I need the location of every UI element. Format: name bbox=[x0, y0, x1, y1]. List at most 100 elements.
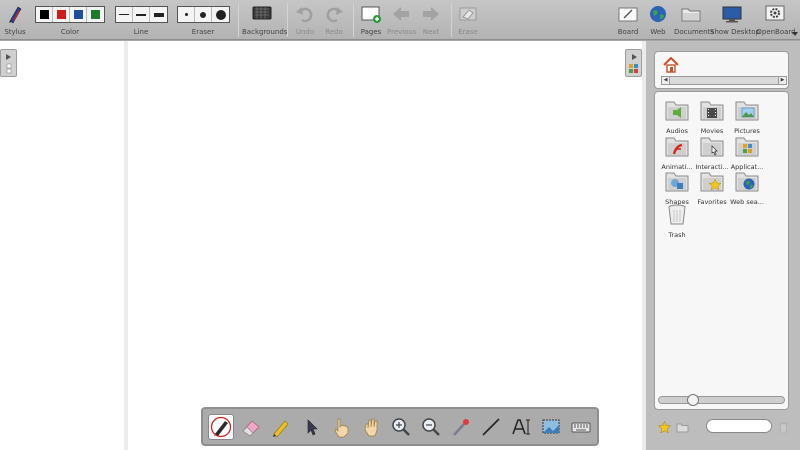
trash-icon[interactable] bbox=[778, 420, 789, 434]
pen-tool-button[interactable] bbox=[208, 414, 234, 440]
library-folder[interactable]: Favorites bbox=[694, 169, 730, 206]
folder-name: Web sea... bbox=[730, 198, 764, 206]
arrow-right-icon bbox=[423, 7, 439, 21]
stylus-button[interactable]: Stylus bbox=[0, 0, 30, 40]
web-label: Web bbox=[650, 28, 666, 36]
erase-board-icon bbox=[459, 7, 477, 21]
library-folder[interactable]: Web sea... bbox=[729, 169, 765, 206]
gear-icon bbox=[765, 5, 785, 21]
redo-button[interactable]: Redo bbox=[321, 0, 347, 40]
slider-handle[interactable] bbox=[687, 394, 699, 406]
documents-button[interactable]: Documents bbox=[674, 0, 714, 40]
icon-size-slider[interactable] bbox=[658, 394, 785, 406]
library-search-input[interactable] bbox=[706, 419, 772, 433]
color-swatch-black[interactable] bbox=[36, 7, 53, 22]
show-desktop-label: Show Desktop bbox=[710, 28, 760, 36]
library-icon bbox=[629, 54, 638, 73]
line-medium-button[interactable] bbox=[133, 7, 150, 22]
interactivities-folder-icon bbox=[700, 137, 724, 157]
favorite-star-icon[interactable] bbox=[658, 421, 671, 434]
chevron-down-icon bbox=[792, 32, 798, 36]
library-palette: ◀ ▶ Audios Movies Pictures Animati... In… bbox=[646, 41, 800, 450]
virtual-keyboard-button[interactable] bbox=[568, 414, 594, 440]
laser-pointer-icon bbox=[453, 419, 469, 436]
board-button[interactable]: Board bbox=[615, 0, 641, 40]
toolbar-separator bbox=[451, 3, 452, 37]
left-margin-area bbox=[0, 41, 124, 450]
backgrounds-label: Backgrounds bbox=[242, 28, 288, 36]
library-folder[interactable]: Applicat... bbox=[729, 134, 765, 171]
line-tool-button[interactable] bbox=[478, 414, 504, 440]
library-bottom-bar bbox=[654, 419, 794, 439]
library-folder[interactable]: Animati... bbox=[659, 134, 695, 171]
folder-name: Trash bbox=[668, 231, 686, 239]
laser-pointer-tool-button[interactable] bbox=[448, 414, 474, 440]
web-button[interactable]: Web bbox=[645, 0, 671, 40]
folder-name: Favorites bbox=[697, 198, 727, 206]
previous-page-button[interactable]: Previous bbox=[387, 0, 417, 40]
library-folder[interactable]: Pictures bbox=[729, 98, 765, 135]
previous-label: Previous bbox=[387, 28, 417, 36]
next-page-button[interactable]: Next bbox=[418, 0, 444, 40]
capture-tool-button[interactable] bbox=[538, 414, 564, 440]
library-folder[interactable]: Movies bbox=[694, 98, 730, 135]
undo-button[interactable]: Undo bbox=[292, 0, 318, 40]
pointing-hand-icon bbox=[334, 418, 349, 438]
erase-board-button[interactable]: Erase bbox=[455, 0, 481, 40]
marker-tool-button[interactable] bbox=[268, 414, 294, 440]
library-folder[interactable]: Shapes bbox=[659, 169, 695, 206]
library-folder[interactable]: Trash bbox=[659, 202, 695, 239]
color-swatch-red[interactable] bbox=[53, 7, 70, 22]
stylus-palette bbox=[201, 407, 599, 446]
line-width-swatches bbox=[115, 6, 168, 23]
line-thick-button[interactable] bbox=[150, 7, 167, 22]
library-breadcrumb-scrollbar[interactable]: ◀ ▶ bbox=[661, 76, 787, 85]
color-label: Color bbox=[60, 28, 80, 36]
color-swatch-green[interactable] bbox=[87, 7, 104, 22]
eraser-tool-button[interactable] bbox=[238, 414, 264, 440]
toolbar-separator bbox=[353, 3, 354, 37]
pages-button[interactable]: Pages bbox=[358, 0, 384, 40]
new-folder-icon[interactable] bbox=[676, 421, 689, 434]
zoom-out-tool-button[interactable] bbox=[418, 414, 444, 440]
toolbar-separator bbox=[238, 3, 239, 37]
redo-icon bbox=[326, 7, 343, 23]
eraser-medium-button[interactable] bbox=[195, 7, 212, 22]
board-icon bbox=[618, 7, 638, 22]
hand-tool-button[interactable] bbox=[358, 414, 384, 440]
eraser-size-swatches bbox=[177, 6, 230, 23]
redo-label: Redo bbox=[325, 28, 343, 36]
shapes-folder-icon bbox=[665, 172, 689, 192]
line-thin-button[interactable] bbox=[116, 7, 133, 22]
expand-arrow-icon bbox=[6, 54, 12, 74]
home-icon[interactable] bbox=[663, 57, 679, 73]
trash-folder-icon bbox=[668, 204, 686, 225]
arrow-left-icon bbox=[393, 7, 409, 21]
show-desktop-button[interactable]: Show Desktop bbox=[710, 0, 760, 40]
color-swatch-blue[interactable] bbox=[70, 7, 87, 22]
documents-label: Documents bbox=[674, 28, 714, 36]
documents-folder-icon bbox=[681, 8, 701, 22]
whiteboard-canvas[interactable] bbox=[128, 41, 642, 450]
add-page-icon bbox=[361, 6, 381, 23]
openboard-menu-button[interactable]: OpenBoard bbox=[756, 0, 798, 40]
applications-folder-icon bbox=[735, 137, 759, 157]
openboard-label: OpenBoard bbox=[756, 28, 796, 36]
selector-tool-button[interactable] bbox=[298, 414, 324, 440]
pen-icon bbox=[210, 416, 232, 438]
eraser-small-button[interactable] bbox=[178, 7, 195, 22]
erase-label: Erase bbox=[458, 28, 478, 36]
library-folder[interactable]: Audios bbox=[659, 98, 695, 135]
library-toggle-tab[interactable] bbox=[625, 49, 642, 77]
backgrounds-button[interactable]: Backgrounds bbox=[242, 0, 288, 40]
scroll-right-icon[interactable]: ▶ bbox=[778, 76, 787, 85]
zoom-in-tool-button[interactable] bbox=[388, 414, 414, 440]
scroll-left-icon[interactable]: ◀ bbox=[661, 76, 670, 85]
animations-folder-icon bbox=[665, 137, 689, 157]
library-folder[interactable]: Interacti... bbox=[694, 134, 730, 171]
interact-tool-button[interactable] bbox=[328, 414, 354, 440]
text-tool-button[interactable] bbox=[508, 414, 534, 440]
stylus-label: Stylus bbox=[4, 28, 26, 36]
page-navigator-tab[interactable] bbox=[0, 49, 17, 77]
eraser-large-button[interactable] bbox=[212, 7, 229, 22]
